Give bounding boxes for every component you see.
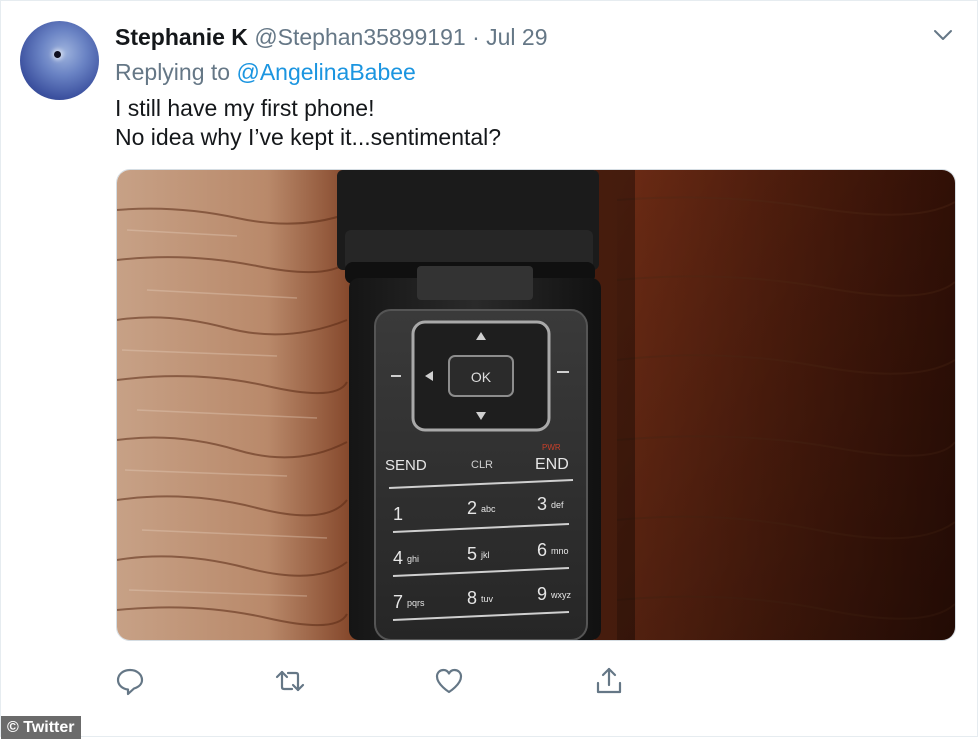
author-handle[interactable]: @Stephan35899191 <box>254 24 465 50</box>
pwr-key-label: PWR <box>542 443 561 452</box>
avatar[interactable] <box>20 21 99 100</box>
replying-to: Replying to @AngelinaBabee <box>115 58 416 86</box>
key-7-letters: pqrs <box>407 598 425 608</box>
key-7-digit: 7 <box>393 592 403 612</box>
like-icon[interactable] <box>433 665 465 697</box>
chevron-down-icon[interactable] <box>931 23 955 47</box>
key-9-letters: wxyz <box>550 590 571 600</box>
key-2-letters: abc <box>481 504 496 514</box>
clr-key-label: CLR <box>471 459 493 471</box>
key-4-letters: ghi <box>407 554 419 564</box>
key-3-letters: def <box>551 500 564 510</box>
tweet-header: Stephanie K @Stephan35899191 · Jul 29 <box>115 23 548 51</box>
tweet-actions <box>1 665 977 699</box>
key-6-letters: mno <box>551 546 569 556</box>
phone-photo-illustration: OK SEND CLR PWR END 1 2 abc 3 def 4 ghi <box>117 170 955 640</box>
avatar-dot <box>54 51 61 58</box>
tweet-text-line-1: I still have my first phone! <box>115 95 375 121</box>
replying-prefix: Replying to <box>115 59 231 85</box>
header-separator: · <box>472 24 480 50</box>
key-6-digit: 6 <box>537 540 547 560</box>
reply-icon[interactable] <box>114 665 146 697</box>
key-8-letters: tuv <box>481 594 494 604</box>
key-3-digit: 3 <box>537 494 547 514</box>
reply-mention-link[interactable]: @AngelinaBabee <box>236 59 415 85</box>
key-5-letters: jkl <box>480 550 490 560</box>
tweet-text-line-2: No idea why I’ve kept it...sentimental? <box>115 124 502 150</box>
copyright-watermark: © Twitter <box>1 716 81 739</box>
share-icon[interactable] <box>593 665 625 697</box>
key-1-digit: 1 <box>393 504 403 524</box>
key-5-digit: 5 <box>467 544 477 564</box>
author-name[interactable]: Stephanie K <box>115 24 248 50</box>
ok-key-label: OK <box>471 369 492 385</box>
tweet-date[interactable]: Jul 29 <box>486 24 547 50</box>
key-9-digit: 9 <box>537 584 547 604</box>
key-4-digit: 4 <box>393 548 403 568</box>
key-8-digit: 8 <box>467 588 477 608</box>
retweet-icon[interactable] <box>274 665 306 697</box>
tweet-card: Stephanie K @Stephan35899191 · Jul 29 Re… <box>0 0 978 739</box>
end-key-label: END <box>535 456 569 473</box>
tweet-photo[interactable]: OK SEND CLR PWR END 1 2 abc 3 def 4 ghi <box>116 169 956 641</box>
key-2-digit: 2 <box>467 498 477 518</box>
send-key-label: SEND <box>385 457 427 474</box>
